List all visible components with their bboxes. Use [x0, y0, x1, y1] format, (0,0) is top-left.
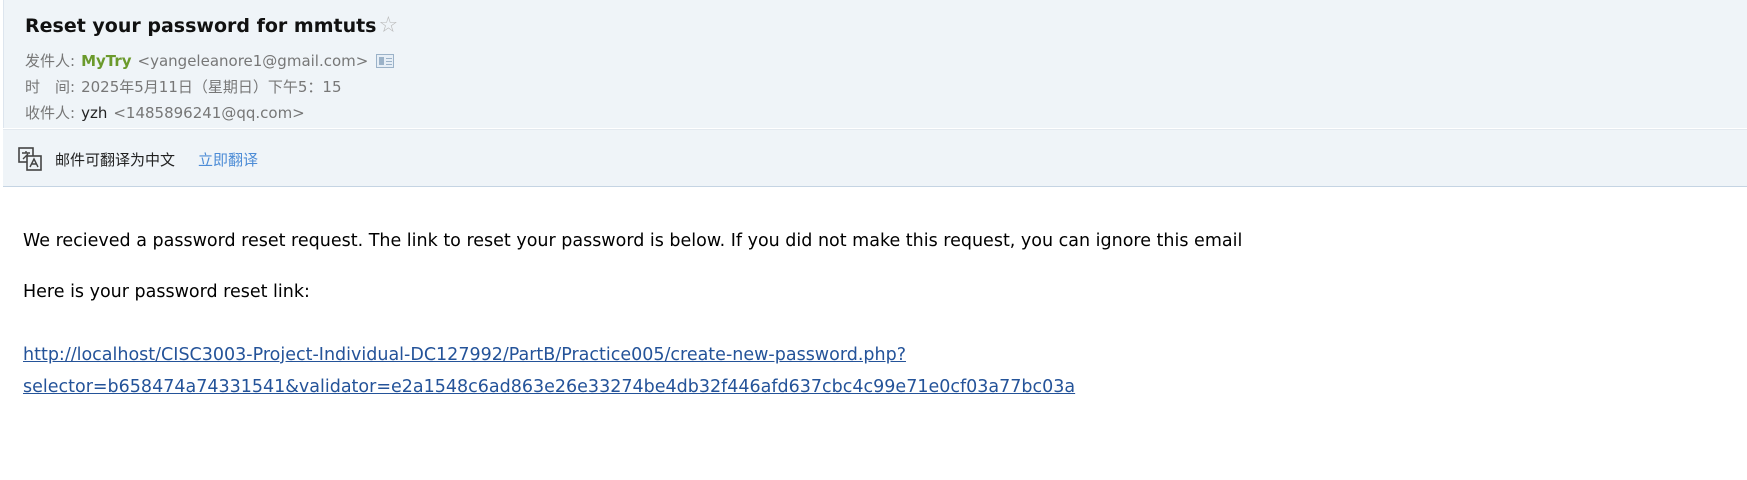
time-label: 时 间:: [25, 78, 76, 96]
email-header: Reset your password for mmtuts ☆ 发件人: My…: [3, 0, 1747, 128]
translate-icon: [18, 147, 42, 171]
body-paragraph-2: Here is your password reset link:: [23, 282, 310, 302]
translate-bar: [3, 129, 1747, 187]
recipient-email: <1485896241@qq.com>: [113, 103, 305, 122]
subject-row: Reset your password for mmtuts ☆: [25, 15, 399, 38]
sender-row: 发件人: MyTry <yangeleanore1@gmail.com>: [25, 50, 395, 71]
recipient-name[interactable]: yzh: [81, 104, 107, 122]
sender-name[interactable]: MyTry: [81, 52, 131, 70]
star-icon[interactable]: ☆: [379, 15, 399, 37]
email-view: Reset your password for mmtuts ☆ 发件人: My…: [0, 0, 1747, 480]
contact-card-icon[interactable]: [376, 53, 395, 68]
reset-link-line-1[interactable]: http://localhost/CISC3003-Project-Indivi…: [23, 345, 906, 365]
sender-email: <yangeleanore1@gmail.com>: [137, 51, 369, 70]
translate-prompt: 邮件可翻译为中文: [55, 151, 176, 169]
translate-now-link[interactable]: 立即翻译: [198, 149, 258, 170]
recipient-row: 收件人: yzh <1485896241@qq.com>: [25, 102, 305, 123]
time-row: 时 间: 2025年5月11日（星期日）下午5：15: [25, 76, 342, 97]
email-subject: Reset your password for mmtuts: [25, 15, 377, 37]
time-value: 2025年5月11日（星期日）下午5：15: [81, 78, 342, 96]
sender-label: 发件人:: [25, 52, 76, 70]
body-paragraph-1: We recieved a password reset request. Th…: [23, 231, 1243, 251]
recipient-label: 收件人:: [25, 104, 76, 122]
reset-link-line-2[interactable]: selector=b658474a74331541&validator=e2a1…: [23, 377, 1075, 397]
